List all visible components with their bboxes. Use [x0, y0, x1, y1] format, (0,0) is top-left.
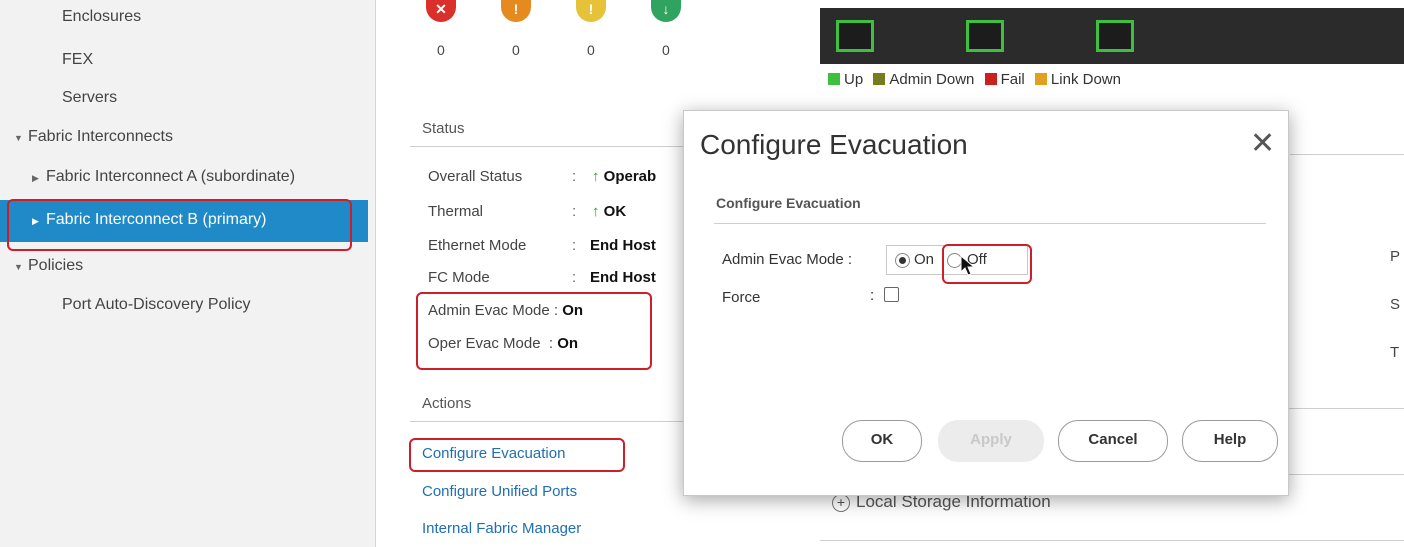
status-label-fc-mode: FC Mode: [428, 269, 490, 286]
port-up[interactable]: [1096, 20, 1134, 52]
legend-label: Admin Down: [889, 71, 975, 88]
close-icon[interactable]: ✕: [1250, 129, 1275, 159]
port-status-legend: Up Admin Down Fail Link Down: [828, 71, 1121, 88]
highlight-box: [409, 438, 625, 472]
minor-icon[interactable]: !: [576, 0, 606, 22]
sidebar-item-policies[interactable]: ▼ Policies: [14, 257, 83, 275]
status-section-title: Status: [422, 120, 465, 137]
partial-label: P: [1390, 248, 1401, 265]
legend-swatch: [828, 73, 840, 85]
divider: [410, 421, 690, 422]
configure-unified-ports-link[interactable]: Configure Unified Ports: [422, 483, 577, 500]
status-value-ethernet-mode: End Host: [590, 237, 656, 254]
mouse-cursor-icon: [960, 255, 976, 276]
legend-label: Link Down: [1050, 71, 1121, 88]
sidebar-item-label: Enclosures: [62, 8, 142, 25]
sidebar-item-port-auto-discovery-policy[interactable]: Port Auto-Discovery Policy: [62, 296, 251, 314]
status-separator: :: [572, 203, 577, 220]
status-value-overall: ↑ Operab: [592, 168, 656, 185]
sidebar-item-label: Policies: [28, 257, 84, 274]
caret-down-icon[interactable]: ▼: [14, 133, 28, 143]
status-value-text: OK: [603, 203, 627, 220]
partial-label: S: [1390, 296, 1401, 313]
highlight-box: [7, 199, 352, 251]
status-value-fc-mode: End Host: [590, 269, 656, 286]
caret-right-icon[interactable]: ▶: [32, 173, 46, 184]
highlight-box: [942, 244, 1032, 284]
sidebar-item-servers[interactable]: Servers: [62, 89, 117, 107]
caret-down-icon[interactable]: ▼: [14, 262, 28, 272]
divider: [1290, 154, 1404, 155]
arrow-up-icon: ↑: [592, 168, 600, 185]
legend-swatch: [873, 73, 886, 85]
major-icon[interactable]: !: [501, 0, 531, 22]
warning-icon[interactable]: ↓: [651, 0, 681, 22]
help-button[interactable]: Help: [1182, 420, 1278, 462]
fault-count-critical: 0: [437, 42, 445, 58]
fault-count-warning: 0: [662, 42, 670, 58]
legend-swatch: [984, 73, 997, 85]
status-separator: :: [572, 237, 577, 254]
force-label: Force: [722, 289, 761, 306]
port-up[interactable]: [966, 20, 1004, 52]
expand-plus-icon[interactable]: +: [832, 494, 850, 512]
legend-swatch: [1034, 73, 1047, 85]
highlight-box: [416, 292, 652, 370]
fabric-interconnect-chassis-image: [820, 8, 1404, 64]
status-separator: :: [572, 168, 577, 185]
fault-count-minor: 0: [587, 42, 595, 58]
status-label-overall: Overall Status: [428, 168, 523, 185]
actions-section-title: Actions: [422, 395, 472, 412]
divider: [714, 223, 1266, 224]
admin-evac-mode-label: Admin Evac Mode :: [722, 251, 853, 268]
status-value-thermal: ↑ OK: [592, 203, 626, 220]
sidebar-item-fex[interactable]: FEX: [62, 51, 93, 69]
radio-label-on: On: [914, 251, 935, 268]
admin-evac-on-radio[interactable]: [895, 253, 910, 268]
dialog-title: Configure Evacuation: [700, 129, 968, 160]
critical-icon[interactable]: ✕: [426, 0, 456, 22]
fault-count-major: 0: [512, 42, 520, 58]
apply-button[interactable]: Apply: [938, 420, 1044, 462]
sidebar-item-fabric-interconnect-a[interactable]: ▶ Fabric Interconnect A (subordinate): [32, 168, 295, 186]
sidebar-item-enclosures[interactable]: Enclosures: [62, 8, 141, 26]
sidebar-item-label: Port Auto-Discovery Policy: [62, 296, 251, 313]
status-separator: :: [572, 269, 577, 286]
sidebar-item-label: Fabric Interconnects: [28, 128, 173, 145]
navigation-sidebar: Enclosures FEX Servers ▼ Fabric Interconn…: [0, 0, 376, 547]
divider: [410, 146, 690, 147]
status-label-thermal: Thermal: [428, 203, 484, 220]
sidebar-item-label: FEX: [62, 51, 94, 68]
partial-label: T: [1390, 344, 1400, 361]
configure-evacuation-dialog: Configure Evacuation ✕ Configure Evacuat…: [683, 110, 1289, 496]
sidebar-item-fabric-interconnects[interactable]: ▼ Fabric Interconnects: [14, 128, 173, 146]
sidebar-item-label: Fabric Interconnect A (subordinate): [46, 168, 296, 185]
cancel-button[interactable]: Cancel: [1058, 420, 1168, 462]
legend-label: Up: [844, 71, 864, 88]
arrow-up-icon: ↑: [592, 203, 600, 220]
internal-fabric-manager-link[interactable]: Internal Fabric Manager: [422, 520, 581, 537]
legend-label: Fail: [1000, 71, 1025, 88]
panel-divider: [820, 540, 1404, 541]
dialog-subtitle: Configure Evacuation: [716, 195, 861, 211]
force-separator: :: [870, 287, 875, 304]
ok-button[interactable]: OK: [842, 420, 922, 462]
status-value-text: Operab: [603, 168, 657, 185]
port-up[interactable]: [836, 20, 874, 52]
force-checkbox[interactable]: [884, 287, 899, 302]
sidebar-item-label: Servers: [62, 89, 118, 106]
status-label-ethernet-mode: Ethernet Mode: [428, 237, 527, 254]
